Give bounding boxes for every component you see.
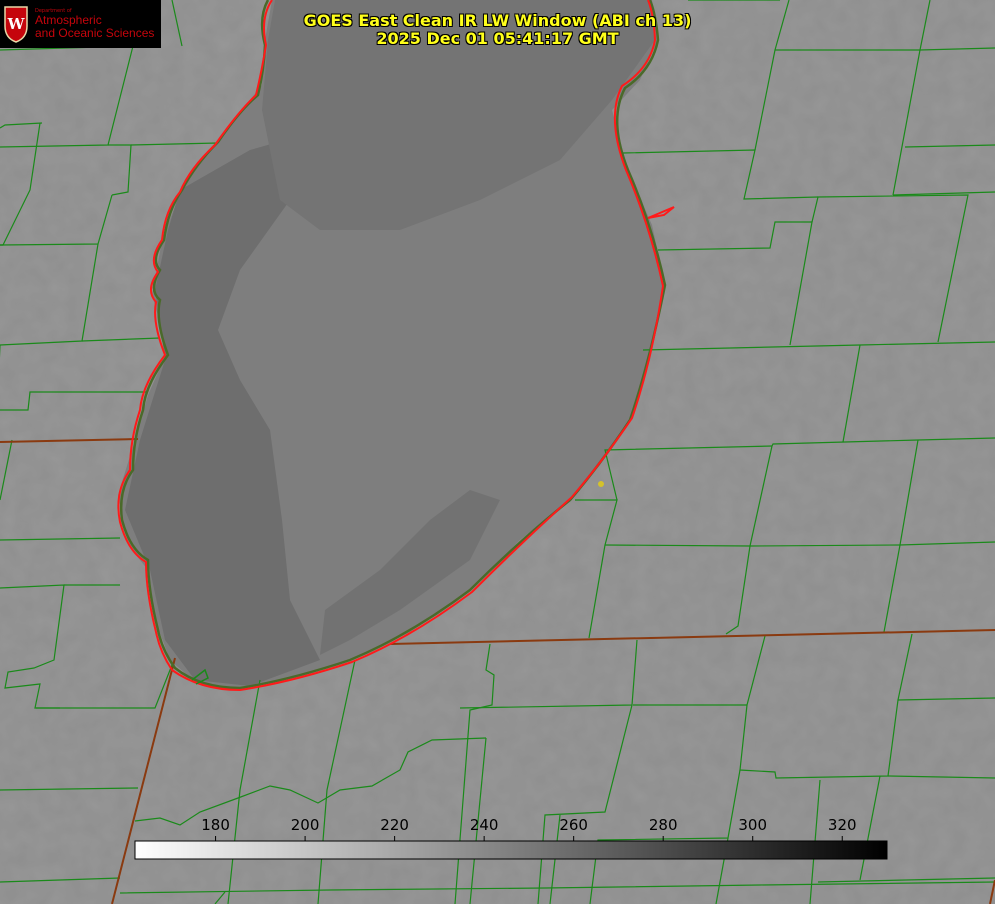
colorbar-tick-label: 300 xyxy=(738,816,767,834)
satellite-image-viewer: 180 200 220 240 260 280 300 320 GOES East Clean… xyxy=(0,0,995,904)
svg-text:W: W xyxy=(7,15,26,33)
logo-line-oceanic: and Oceanic Sciences xyxy=(35,26,155,40)
colorbar-tick-label: 240 xyxy=(470,816,499,834)
colorbar-tick-label: 200 xyxy=(291,816,320,834)
colorbar-ticks: 180 200 220 240 260 280 300 320 xyxy=(201,816,857,841)
colorbar-tick-label: 320 xyxy=(828,816,857,834)
colorbar-tick-label: 260 xyxy=(559,816,588,834)
colorbar-tick-label: 280 xyxy=(649,816,678,834)
colorbar: 180 200 220 240 260 280 300 320 xyxy=(134,816,888,860)
uw-crest-icon: W xyxy=(4,6,28,43)
colorbar-gradient xyxy=(134,840,888,860)
station-marker xyxy=(598,481,604,487)
aos-logo: W Department of Atmospheric and Oceanic … xyxy=(0,0,161,48)
colorbar-tick-label: 180 xyxy=(201,816,230,834)
ir-satellite-map xyxy=(0,0,995,904)
colorbar-tick-label: 220 xyxy=(380,816,409,834)
